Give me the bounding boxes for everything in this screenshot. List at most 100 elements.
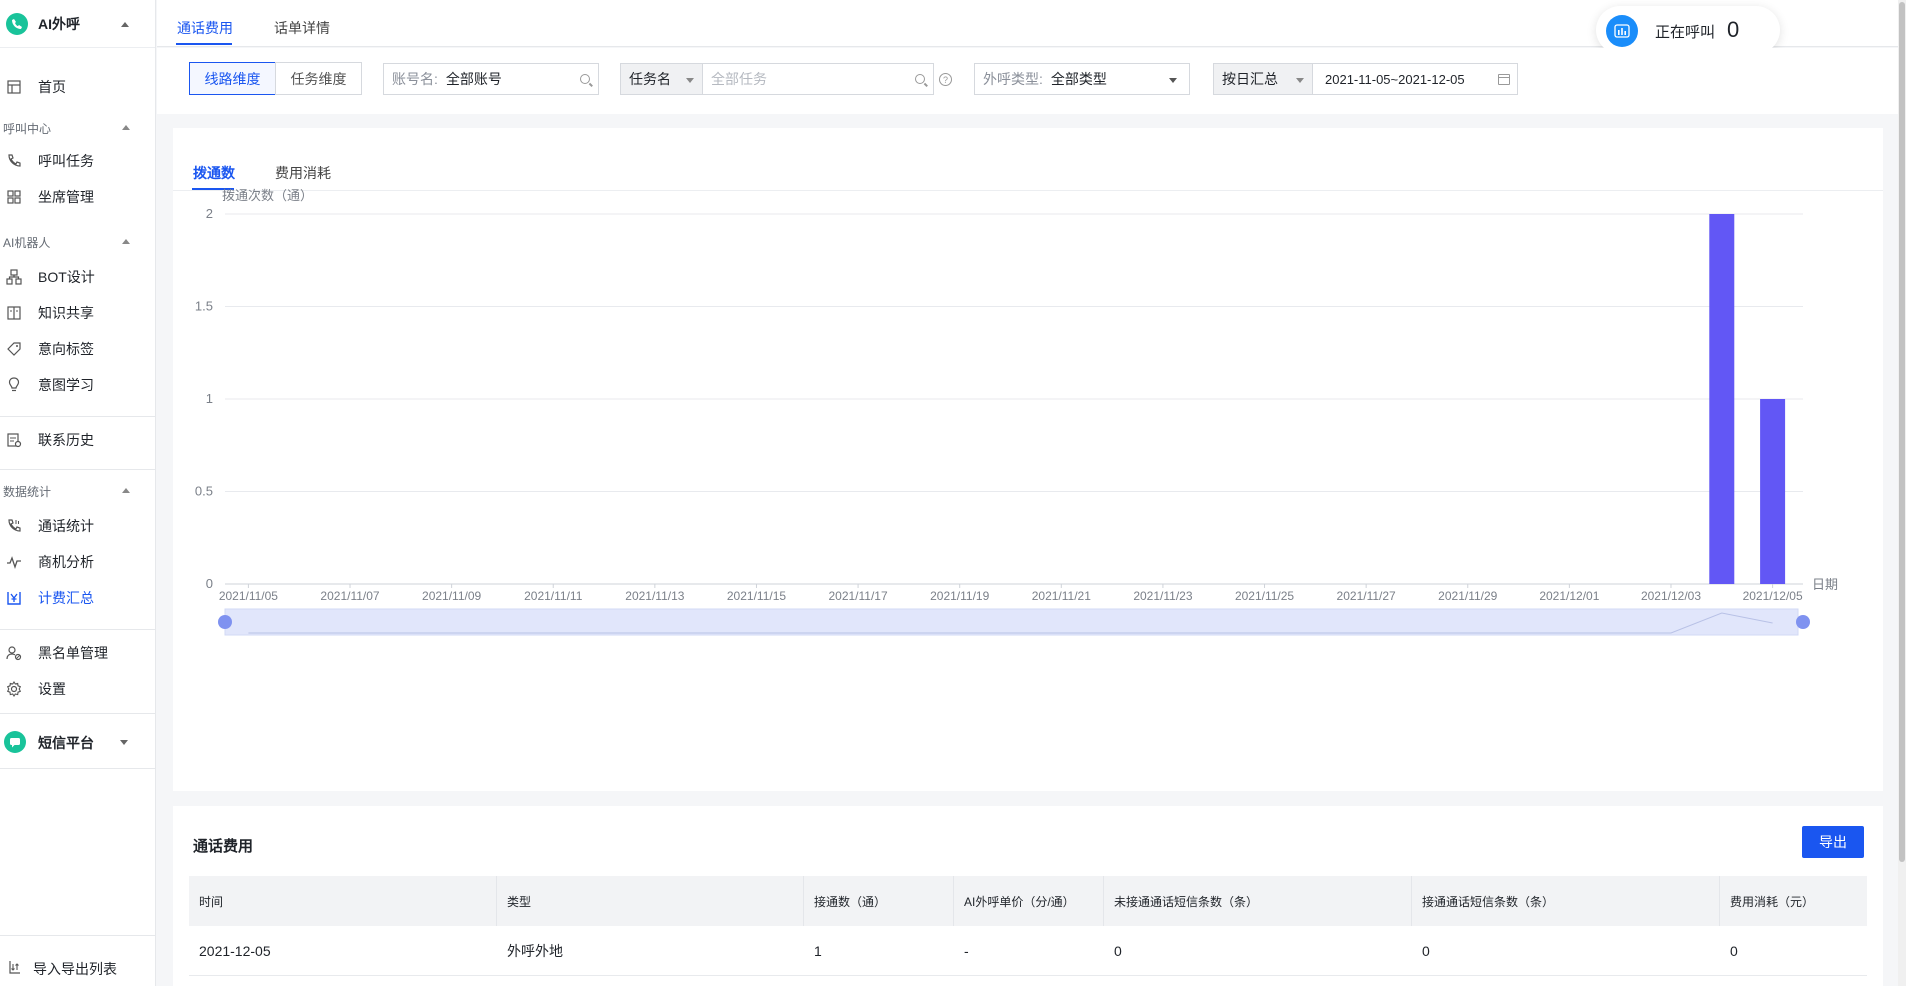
sms-logo-icon (4, 731, 26, 753)
phone-icon (8, 154, 21, 167)
cell-unconnected-sms: 0 (1114, 943, 1122, 959)
tab-call-cost[interactable]: 通话费用 (177, 18, 233, 38)
import-export-list[interactable]: 导入导出列表 (0, 935, 155, 986)
calendar-icon (1498, 74, 1510, 85)
x-tick-label: 2021/11/11 (524, 589, 583, 603)
zoom-slider-track (224, 608, 1799, 636)
sidebar: AI外呼 首页 呼叫中心 呼叫任务 坐席管理 AI机器人 BOT设计 知识共享 … (0, 0, 156, 986)
chart-card: 拨通数 费用消耗 拨通次数（通） 0 0.5 1 1.5 2 2021/11/05 2021/… (173, 128, 1883, 791)
call-type-label: 外呼类型: (983, 71, 1043, 87)
calling-status-pill[interactable]: 正在呼叫 0 (1596, 6, 1780, 54)
x-tick-label: 2021/11/05 (219, 589, 278, 603)
search-icon (915, 74, 925, 84)
sidebar-item-call-stats[interactable]: 通话统计 (0, 511, 155, 541)
lightbulb-icon (8, 377, 20, 392)
chevron-up-icon (122, 125, 130, 130)
sidebar-item-label: 商机分析 (38, 554, 94, 570)
sms-platform[interactable]: 短信平台 (0, 713, 155, 769)
dimension-task-button[interactable]: 任务维度 (275, 62, 362, 95)
sidebar-item-label: 意图学习 (38, 377, 94, 393)
app-logo-icon (6, 12, 28, 35)
export-button[interactable]: 导出 (1802, 826, 1864, 858)
call-type-value: 全部类型 (1050, 71, 1107, 87)
column-header-connected[interactable]: 接通数（通） (804, 876, 954, 926)
column-header-unconnected-sms[interactable]: 未接通通话短信条数（条） (1104, 876, 1412, 926)
y-axis-label: 拨通次数（通） (222, 188, 313, 203)
bar (1709, 214, 1735, 584)
zoom-handle-right[interactable] (1796, 615, 1810, 629)
group-title-ai-robot[interactable]: AI机器人 (3, 234, 130, 251)
sidebar-item-billing-summary[interactable]: 计费汇总 (0, 583, 155, 613)
column-header-unit-price[interactable]: AI外呼单价（分/通） (954, 876, 1104, 926)
sidebar-item-intent-tags[interactable]: 意向标签 (0, 334, 155, 364)
bar-chart: 拨通次数（通） 0 0.5 1 1.5 2 2021/11/05 2021/11/07 2021… (195, 188, 1838, 636)
task-name-select[interactable]: 任务名 (620, 63, 703, 95)
chevron-down-icon (120, 740, 128, 745)
collapse-chevron-icon[interactable] (121, 22, 129, 27)
sidebar-item-bot-design[interactable]: BOT设计 (0, 262, 155, 292)
account-value: 全部账号 (445, 71, 502, 87)
sidebar-item-intent-learning[interactable]: 意图学习 (0, 370, 155, 400)
filter-bar: 线路维度 任务维度 账号名: 全部账号 任务名 全部任务 ? 外呼类型: 全部类… (157, 48, 1906, 114)
table-header: 时间 类型 接通数（通） AI外呼单价（分/通） 未接通通话短信条数（条） 接通… (189, 876, 1867, 926)
sidebar-item-blacklist[interactable]: 黑名单管理 (0, 638, 155, 668)
calling-count: 0 (1727, 17, 1740, 42)
gear-icon (6, 681, 22, 697)
sidebar-item-label: 知识共享 (38, 305, 94, 321)
tag-icon (7, 342, 21, 356)
task-placeholder: 全部任务 (711, 71, 767, 87)
sidebar-item-call-tasks[interactable]: 呼叫任务 (0, 146, 155, 176)
chevron-up-icon (122, 488, 130, 493)
aggregate-select[interactable]: 按日汇总 (1213, 63, 1313, 95)
sidebar-item-settings[interactable]: 设置 (0, 674, 155, 704)
sidebar-item-label: 呼叫任务 (38, 153, 94, 169)
sidebar-item-business-analysis[interactable]: 商机分析 (0, 547, 155, 577)
date-range-picker[interactable]: 2021-11-05~2021-12-05 (1312, 63, 1518, 95)
sidebar-item-knowledge[interactable]: 知识共享 (0, 298, 155, 328)
home-icon (7, 80, 21, 94)
column-header-time[interactable]: 时间 (189, 876, 497, 926)
chart-bars-icon (1606, 15, 1638, 47)
x-tick-label: 2021/11/27 (1337, 589, 1396, 603)
sidebar-divider (0, 469, 155, 470)
column-header-type[interactable]: 类型 (497, 876, 804, 926)
tab-call-details[interactable]: 话单详情 (274, 18, 330, 38)
app-brand[interactable]: AI外呼 (0, 0, 155, 48)
sidebar-item-contact-history[interactable]: 联系历史 (0, 425, 155, 455)
group-title-statistics[interactable]: 数据统计 (3, 483, 130, 500)
x-tick-label: 2021/12/01 (1539, 589, 1599, 603)
sidebar-item-label: 设置 (38, 681, 66, 697)
x-tick-label: 2021/11/29 (1438, 589, 1497, 603)
x-tick-label: 2021/11/13 (625, 589, 684, 603)
vertical-scrollbar[interactable] (1898, 0, 1906, 986)
call-type-select[interactable]: 外呼类型: 全部类型 (974, 63, 1190, 95)
task-search-input[interactable]: 全部任务 (702, 63, 934, 95)
table-row: 2021-12-05 外呼外地 1 - 0 0 0 (189, 926, 1867, 976)
calling-label: 正在呼叫 (1655, 24, 1716, 41)
dimension-line-button[interactable]: 线路维度 (189, 62, 276, 95)
cost-table-card: 通话费用 导出 时间 类型 接通数（通） AI外呼单价（分/通） 未接通通话短信… (173, 806, 1883, 986)
sidebar-item-home[interactable]: 首页 (0, 72, 155, 102)
active-tab-indicator (176, 43, 232, 45)
group-title-call-center[interactable]: 呼叫中心 (3, 120, 130, 137)
x-tick-label: 2021/11/25 (1235, 589, 1294, 603)
column-header-connected-sms[interactable]: 接通通话短信条数（条） (1412, 876, 1720, 926)
user-block-icon (6, 646, 22, 661)
bar (1760, 399, 1786, 584)
zoom-handle-left[interactable] (218, 615, 232, 629)
column-header-cost[interactable]: 费用消耗（元） (1720, 876, 1867, 926)
scrollbar-thumb[interactable] (1899, 2, 1905, 862)
import-export-label: 导入导出列表 (33, 961, 117, 977)
account-field[interactable]: 账号名: 全部账号 (383, 63, 599, 95)
search-icon (580, 74, 590, 84)
x-axis-label: 日期 (1812, 577, 1838, 592)
sidebar-item-agents[interactable]: 坐席管理 (0, 182, 155, 212)
chevron-down-icon (1169, 78, 1177, 83)
x-tick-label: 2021/11/15 (727, 589, 786, 603)
sidebar-item-label: 联系历史 (38, 432, 94, 448)
cell-type: 外呼外地 (507, 943, 563, 959)
history-icon (7, 433, 22, 448)
cell-unit-price: - (964, 943, 969, 959)
help-icon[interactable]: ? (939, 73, 952, 86)
y-tick-label: 0 (206, 576, 213, 591)
